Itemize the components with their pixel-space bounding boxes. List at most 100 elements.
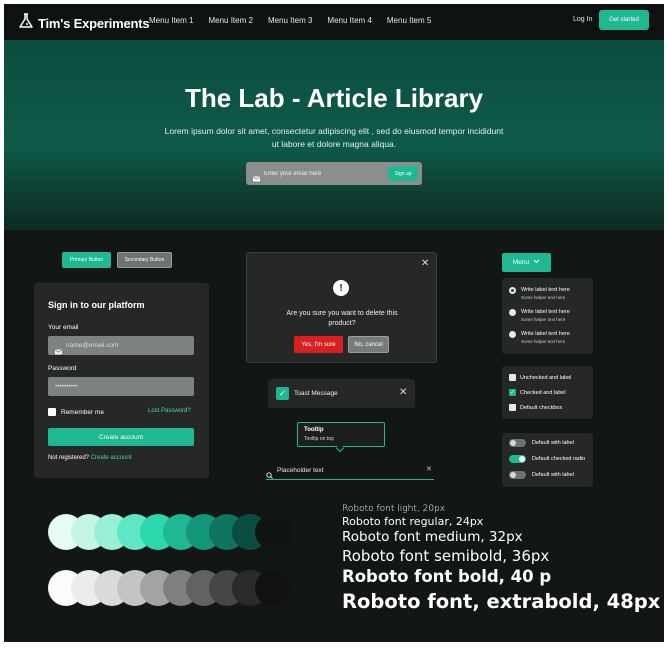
type-sample-bold: Roboto font bold, 40 p bbox=[342, 567, 552, 586]
tooltip-title: Tooltip bbox=[304, 427, 324, 433]
signin-title: Sign in to our platform bbox=[48, 300, 145, 310]
remember-me[interactable]: Remember me bbox=[48, 408, 104, 416]
password-field-wrap bbox=[48, 377, 194, 396]
close-icon[interactable]: ✕ bbox=[421, 258, 429, 269]
toggle-panel: Default with label Default checked radio… bbox=[502, 433, 593, 487]
email-field[interactable] bbox=[66, 339, 186, 352]
mail-icon bbox=[55, 342, 62, 360]
checkbox[interactable] bbox=[509, 404, 516, 411]
not-registered-label: Not registered? bbox=[48, 455, 90, 461]
dialog-message: Are you sure you want to delete this pro… bbox=[286, 310, 398, 327]
nav-item-3[interactable]: Menu Item 3 bbox=[268, 16, 312, 25]
search-input[interactable] bbox=[277, 464, 417, 477]
nav-item-1[interactable]: Menu Item 1 bbox=[149, 16, 193, 25]
tooltip-arrow bbox=[335, 443, 345, 453]
alert-icon: ! bbox=[333, 280, 349, 296]
cancel-button[interactable]: No, cancel bbox=[348, 336, 389, 353]
radio-panel: Write label text here Some helper text he… bbox=[502, 278, 593, 354]
nav-menu: Menu Item 1 Menu Item 2 Menu Item 3 Menu… bbox=[149, 16, 446, 25]
toggle-switch-on[interactable] bbox=[509, 455, 526, 463]
clear-icon[interactable]: ✕ bbox=[426, 465, 432, 473]
get-started-button[interactable]: Get started bbox=[599, 10, 649, 30]
radio-button[interactable] bbox=[509, 287, 516, 294]
chevron-down-icon bbox=[533, 259, 540, 266]
login-link[interactable]: Log In bbox=[573, 16, 592, 23]
checkbox-option-3[interactable]: Default checkbox bbox=[509, 404, 562, 411]
flask-icon bbox=[18, 13, 34, 34]
close-icon[interactable]: ✕ bbox=[399, 387, 407, 398]
menu-label: Menu bbox=[512, 259, 530, 266]
type-sample-regular: Roboto font regular, 24px bbox=[342, 515, 484, 528]
search-bar: ✕ bbox=[266, 462, 434, 480]
tooltip-text: Tooltip on top bbox=[304, 436, 334, 442]
toggle-label: Default with label bbox=[532, 472, 574, 478]
radio-label: Write label text here bbox=[521, 309, 570, 315]
gray-swatch bbox=[255, 570, 291, 606]
logo-text: Tim's Experiments bbox=[38, 16, 150, 31]
checkbox-label: Checked and label bbox=[520, 389, 566, 396]
remember-label: Remember me bbox=[61, 408, 104, 416]
checkbox[interactable] bbox=[509, 374, 516, 381]
radio-helper: Some helper text here bbox=[521, 295, 566, 300]
radio-helper: Some helper text here bbox=[521, 339, 566, 344]
nav-item-4[interactable]: Menu Item 4 bbox=[327, 16, 371, 25]
lost-password-link[interactable]: Lost Password? bbox=[148, 408, 191, 414]
toggle-option-2[interactable]: Default checked radio bbox=[509, 455, 585, 463]
create-account-link[interactable]: Create account bbox=[91, 455, 132, 461]
radio-label: Write label text here bbox=[521, 287, 570, 293]
subscribe-form: Sign up bbox=[246, 162, 422, 185]
hero-text: Lorem ipsum dolor sit amet, consectetur … bbox=[164, 126, 504, 149]
hero: The Lab - Article Library Lorem ipsum do… bbox=[4, 40, 664, 230]
nav-item-5[interactable]: Menu Item 5 bbox=[387, 16, 431, 25]
password-field[interactable] bbox=[55, 380, 175, 393]
top-nav: Tim's Experiments Menu Item 1 Menu Item … bbox=[4, 4, 664, 40]
checkbox-panel: Unchecked and label ✓ Checked and label … bbox=[502, 366, 593, 419]
type-sample-light: Roboto font light, 20px bbox=[342, 504, 446, 514]
page-frame: Tim's Experiments Menu Item 1 Menu Item … bbox=[4, 4, 664, 642]
toggle-label: Default with label bbox=[532, 440, 574, 446]
radio-label: Write label text here bbox=[521, 331, 570, 337]
radio-option-1[interactable]: Write label text here Some helper text he… bbox=[509, 286, 570, 301]
toggle-option-3[interactable]: Default with label bbox=[509, 471, 574, 479]
primary-button[interactable]: Primary Button bbox=[62, 252, 111, 268]
checkbox-label: Default checkbox bbox=[520, 404, 563, 411]
sign-up-button[interactable]: Sign up bbox=[388, 166, 418, 181]
checkbox-option-1[interactable]: Unchecked and label bbox=[509, 374, 571, 381]
radio-button[interactable] bbox=[509, 331, 516, 338]
remember-checkbox[interactable] bbox=[48, 408, 56, 416]
toggle-switch[interactable] bbox=[509, 439, 526, 447]
confirm-button[interactable]: Yes, I'm sure bbox=[294, 336, 343, 353]
hero-title: The Lab - Article Library bbox=[184, 83, 484, 113]
search-icon bbox=[266, 466, 273, 484]
create-account-button[interactable]: Create account bbox=[48, 428, 194, 446]
type-sample-extrabold: Roboto font, extrabold, 48px bbox=[342, 590, 661, 613]
type-sample-semibold: Roboto font semibold, 36px bbox=[342, 547, 550, 565]
nav-item-2[interactable]: Menu Item 2 bbox=[208, 16, 252, 25]
email-field-wrap bbox=[48, 336, 194, 355]
secondary-button[interactable]: Secondary Button bbox=[117, 252, 172, 268]
email-label: Your email bbox=[48, 324, 79, 331]
checkbox-label: Unchecked and label bbox=[520, 374, 572, 381]
radio-button[interactable] bbox=[509, 309, 516, 316]
checkbox-option-2[interactable]: ✓ Checked and label bbox=[509, 389, 566, 396]
radio-option-2[interactable]: Write label text here Some helper text he… bbox=[509, 308, 570, 323]
check-icon: ✓ bbox=[276, 387, 289, 400]
toast: ✓ Toast Message ✕ bbox=[268, 379, 415, 408]
signin-card: Sign in to our platform Your email Passw… bbox=[34, 283, 209, 478]
not-registered-text: Not registered? Create account bbox=[48, 455, 131, 461]
email-subscribe-input[interactable] bbox=[264, 166, 384, 181]
menu-dropdown-button[interactable]: Menu bbox=[502, 253, 551, 272]
logo[interactable]: Tim's Experiments bbox=[18, 13, 150, 34]
radio-helper: Some helper text here bbox=[521, 317, 566, 322]
toggle-label: Default checked radio bbox=[532, 456, 586, 462]
toggle-switch[interactable] bbox=[509, 471, 526, 479]
type-sample-medium: Roboto font medium, 32px bbox=[342, 529, 523, 545]
radio-option-3[interactable]: Write label text here Some helper text he… bbox=[509, 330, 570, 345]
confirm-dialog: ✕ ! Are you sure you want to delete this… bbox=[246, 252, 437, 363]
mail-icon bbox=[253, 169, 260, 187]
green-swatch bbox=[255, 514, 291, 550]
toast-message: Toast Message bbox=[294, 390, 338, 397]
toggle-option-1[interactable]: Default with label bbox=[509, 439, 574, 447]
checkbox-checked[interactable]: ✓ bbox=[509, 389, 516, 396]
password-label: Password bbox=[48, 365, 77, 372]
